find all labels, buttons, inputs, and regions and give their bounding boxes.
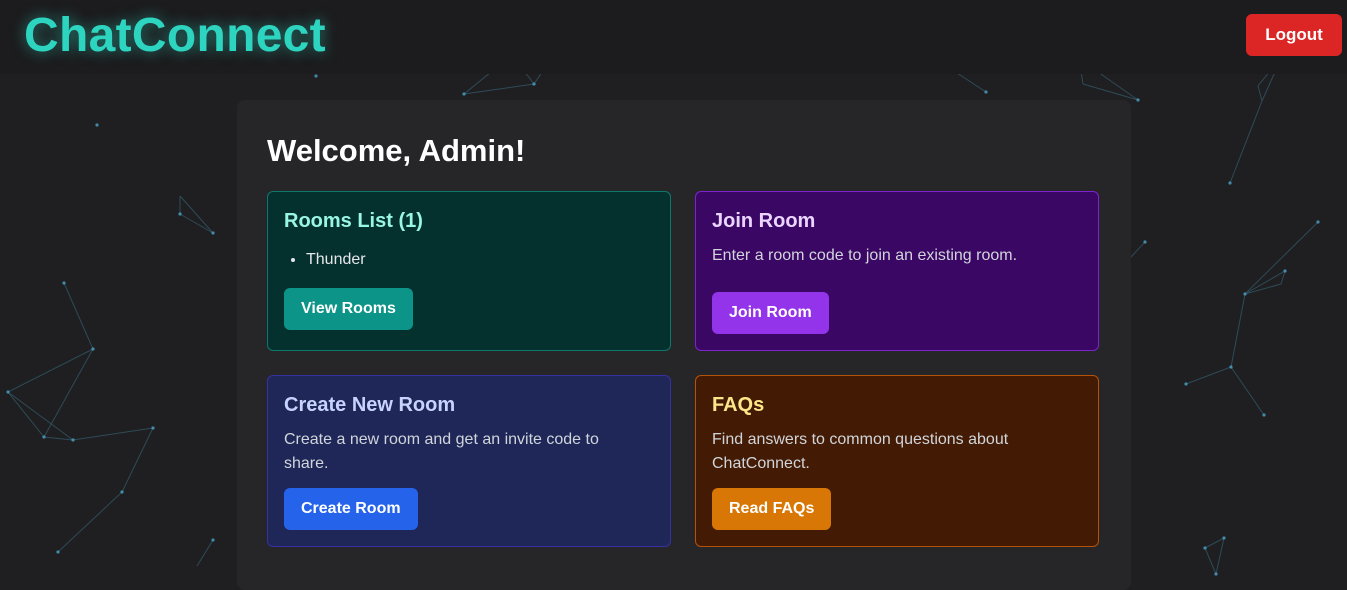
dashboard-panel: Welcome, Admin! Rooms List (1) Thunder V… [237,100,1131,590]
faqs-card: FAQs Find answers to common questions ab… [695,375,1099,547]
join-room-title: Join Room [712,210,816,232]
faqs-description: Find answers to common questions about C… [712,431,1009,472]
create-room-title: Create New Room [284,394,456,416]
room-item[interactable]: Thunder [306,251,366,269]
welcome-heading: Welcome, Admin! [267,133,526,168]
view-rooms-button[interactable]: View Rooms [284,288,413,330]
join-room-button[interactable]: Join Room [712,292,829,334]
top-navbar: ChatConnect Logout [0,0,1347,74]
rooms-list: Thunder [306,251,366,269]
join-room-description: Enter a room code to join an existing ro… [712,247,1018,264]
logout-button[interactable]: Logout [1246,14,1342,56]
faqs-title: FAQs [712,394,765,416]
rooms-list-card: Rooms List (1) Thunder View Rooms [267,191,671,351]
brand-logo[interactable]: ChatConnect [24,8,326,63]
join-room-card: Join Room Enter a room code to join an e… [695,191,1099,351]
create-room-description: Create a new room and get an invite code… [284,431,599,472]
rooms-list-title: Rooms List (1) [284,210,423,232]
read-faqs-button[interactable]: Read FAQs [712,488,832,530]
create-room-card: Create New Room Create a new room and ge… [267,375,671,547]
create-room-button[interactable]: Create Room [284,488,418,530]
